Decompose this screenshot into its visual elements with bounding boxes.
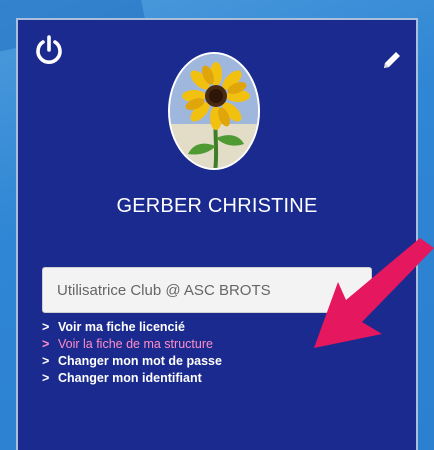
power-icon[interactable] (32, 34, 66, 68)
avatar[interactable] (168, 52, 260, 170)
chevron-right-icon: > (42, 371, 50, 385)
link-label: Voir ma fiche licencié (58, 320, 185, 334)
chevron-right-icon: > (42, 320, 50, 334)
link-label: Changer mon mot de passe (58, 354, 222, 368)
chevron-right-icon: > (42, 337, 50, 351)
sunflower-photo (170, 54, 258, 168)
link-voir-fiche-structure[interactable]: > Voir la fiche de ma structure (42, 336, 342, 353)
link-label: Voir la fiche de ma structure (58, 337, 213, 351)
link-changer-identifiant[interactable]: > Changer mon identifiant (42, 370, 342, 387)
pencil-icon[interactable] (380, 48, 404, 72)
profile-links: > Voir ma fiche licencié > Voir la fiche d… (42, 319, 342, 387)
link-changer-mot-de-passe[interactable]: > Changer mon mot de passe (42, 353, 342, 370)
link-voir-fiche-licencie[interactable]: > Voir ma fiche licencié (42, 319, 342, 336)
profile-name: GERBER CHRISTINE (116, 195, 318, 217)
chevron-right-icon: > (42, 354, 50, 368)
role-field[interactable]: Utilisatrice Club @ ASC BROTS (42, 267, 372, 313)
link-label: Changer mon identifiant (58, 371, 202, 385)
